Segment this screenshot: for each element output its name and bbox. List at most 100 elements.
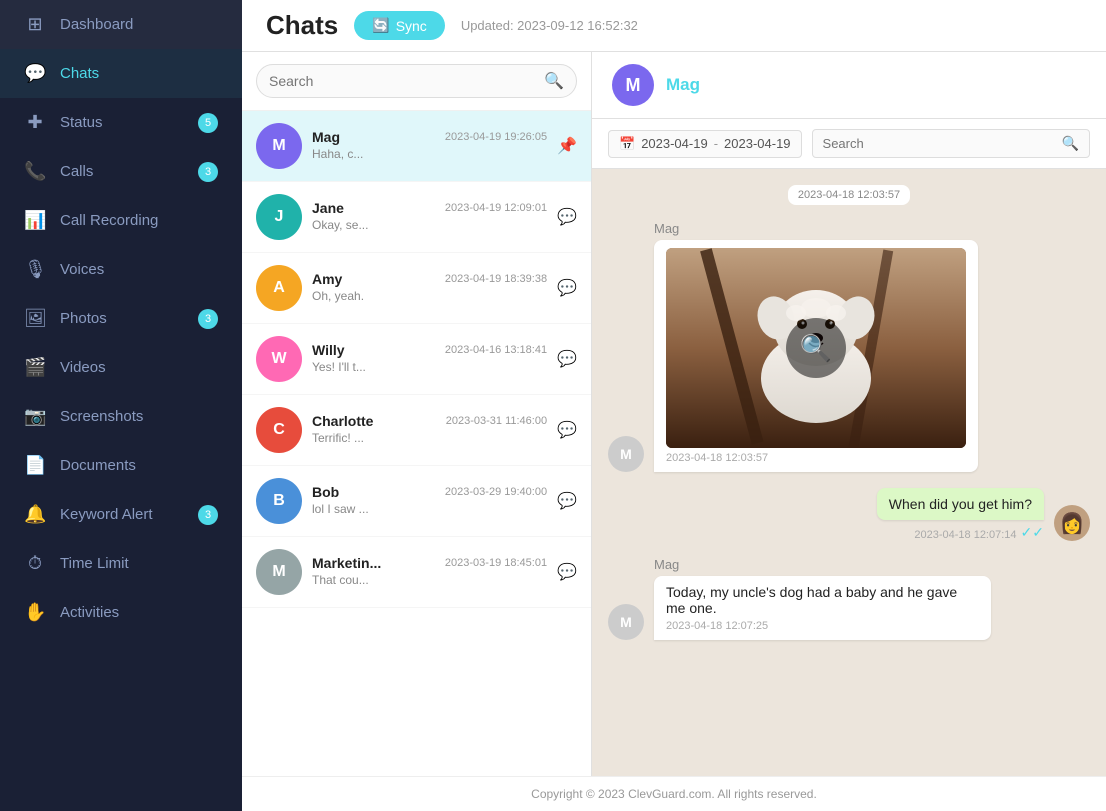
search-icon: 🔍 bbox=[800, 333, 832, 364]
avatar: W bbox=[256, 336, 302, 382]
chat-preview: Oh, yeah. bbox=[312, 289, 364, 303]
sidebar-item-dashboard[interactable]: ⊞ Dashboard bbox=[0, 0, 242, 49]
chat-preview: Haha, c... bbox=[312, 147, 363, 161]
message-icon: 💬 bbox=[557, 278, 577, 298]
call-recording-icon: 📊 bbox=[24, 210, 46, 231]
filter-bar: 📅 2023-04-19 - 2023-04-19 🔍 bbox=[592, 119, 1106, 169]
chat-info: Jane 2023-04-19 12:09:01 Okay, se... bbox=[312, 200, 547, 234]
play-button[interactable]: 🔍 bbox=[786, 318, 846, 378]
avatar: J bbox=[256, 194, 302, 240]
calls-icon: 📞 bbox=[24, 161, 46, 182]
detail-search-input[interactable] bbox=[823, 136, 1056, 151]
sidebar-item-voices[interactable]: 🎙 Voices bbox=[0, 245, 242, 294]
outgoing-avatar: 👩 bbox=[1054, 505, 1090, 541]
videos-icon: 🎬 bbox=[24, 357, 46, 378]
chat-preview: lol I saw ... bbox=[312, 502, 369, 516]
message-sender: Mag bbox=[654, 557, 991, 572]
sidebar-item-label: Call Recording bbox=[60, 212, 218, 229]
sync-button[interactable]: 🔄 Sync bbox=[354, 11, 445, 40]
message-outgoing: When did you get him? 2023-04-18 12:07:1… bbox=[608, 488, 1090, 541]
sidebar-item-chats[interactable]: 💬 Chats bbox=[0, 49, 242, 98]
chat-time: 2023-04-19 18:39:38 bbox=[445, 273, 547, 285]
chat-name: Marketin... bbox=[312, 555, 381, 571]
sidebar-item-status[interactable]: ✚ Status 5 bbox=[0, 98, 242, 147]
message-icon: 💬 bbox=[557, 349, 577, 369]
message-icon: 💬 bbox=[557, 562, 577, 582]
avatar: B bbox=[256, 478, 302, 524]
message-bubble: Today, my uncle's dog had a baby and he … bbox=[654, 576, 991, 640]
calls-badge: 3 bbox=[198, 162, 218, 182]
list-item[interactable]: W Willy 2023-04-16 13:18:41 Yes! I'll t.… bbox=[242, 324, 591, 395]
play-overlay[interactable]: 🔍 bbox=[666, 248, 966, 448]
chat-time: 2023-04-19 19:26:05 bbox=[445, 131, 547, 143]
sidebar-item-label: Status bbox=[60, 114, 184, 131]
chat-time: 2023-03-31 11:46:00 bbox=[446, 415, 547, 427]
sidebar-item-label: Videos bbox=[60, 359, 218, 376]
sidebar-item-label: Dashboard bbox=[60, 16, 218, 33]
message-content: Mag bbox=[654, 221, 978, 472]
list-item[interactable]: M Mag 2023-04-19 19:26:05 Haha, c... 📌 bbox=[242, 111, 591, 182]
top-header: Chats 🔄 Sync Updated: 2023-09-12 16:52:3… bbox=[242, 0, 1106, 52]
sidebar-item-label: Chats bbox=[60, 65, 218, 82]
sidebar-item-keyword-alert[interactable]: 🔔 Keyword Alert 3 bbox=[0, 490, 242, 539]
avatar: A bbox=[256, 265, 302, 311]
chat-preview: That cou... bbox=[312, 573, 369, 587]
main-content: Chats 🔄 Sync Updated: 2023-09-12 16:52:3… bbox=[242, 0, 1106, 811]
status-badge: 5 bbox=[198, 113, 218, 133]
list-item[interactable]: C Charlotte 2023-03-31 11:46:00 Terrific… bbox=[242, 395, 591, 466]
chat-preview: Okay, se... bbox=[312, 218, 368, 232]
sidebar-item-photos[interactable]: 🖼 Photos 3 bbox=[0, 294, 242, 343]
chat-time: 2023-03-29 19:40:00 bbox=[445, 486, 547, 498]
chat-name: Amy bbox=[312, 271, 342, 287]
chat-detail-panel: M Mag 📅 2023-04-19 - 2023-04-19 🔍 bbox=[592, 52, 1106, 776]
sidebar-item-calls[interactable]: 📞 Calls 3 bbox=[0, 147, 242, 196]
list-item[interactable]: J Jane 2023-04-19 12:09:01 Okay, se... 💬 bbox=[242, 182, 591, 253]
message-icon: 💬 bbox=[557, 207, 577, 227]
message-timestamp: 2023-04-18 12:07:25 bbox=[666, 620, 979, 632]
sidebar-item-screenshots[interactable]: 📷 Screenshots bbox=[0, 392, 242, 441]
chat-info: Mag 2023-04-19 19:26:05 Haha, c... bbox=[312, 129, 547, 163]
chat-info: Bob 2023-03-29 19:40:00 lol I saw ... bbox=[312, 484, 547, 518]
sidebar-item-videos[interactable]: 🎬 Videos bbox=[0, 343, 242, 392]
list-item[interactable]: A Amy 2023-04-19 18:39:38 Oh, yeah. 💬 bbox=[242, 253, 591, 324]
photos-icon: 🖼 bbox=[24, 308, 46, 329]
sidebar-item-activities[interactable]: ✋ Activities bbox=[0, 588, 242, 637]
chat-name: Mag bbox=[312, 129, 340, 145]
message-timestamp: 2023-04-18 12:03:57 bbox=[666, 452, 966, 464]
chat-search-input[interactable] bbox=[269, 73, 544, 89]
message-avatar: M bbox=[608, 604, 644, 640]
message-content: Mag Today, my uncle's dog had a baby and… bbox=[654, 557, 991, 640]
list-item[interactable]: B Bob 2023-03-29 19:40:00 lol I saw ... … bbox=[242, 466, 591, 537]
message-text: Today, my uncle's dog had a baby and he … bbox=[666, 584, 979, 616]
message-icon: 💬 bbox=[557, 491, 577, 511]
chat-info: Willy 2023-04-16 13:18:41 Yes! I'll t... bbox=[312, 342, 547, 376]
avatar: C bbox=[256, 407, 302, 453]
sidebar-item-time-limit[interactable]: ⏱ Time Limit bbox=[0, 539, 242, 588]
avatar: M bbox=[256, 549, 302, 595]
sidebar: ⊞ Dashboard 💬 Chats ✚ Status 5 📞 Calls 3… bbox=[0, 0, 242, 811]
date-range-wrap: 📅 2023-04-19 - 2023-04-19 bbox=[608, 130, 802, 158]
updated-timestamp: Updated: 2023-09-12 16:52:32 bbox=[461, 18, 638, 33]
sidebar-item-label: Photos bbox=[60, 310, 184, 327]
chat-name: Bob bbox=[312, 484, 339, 500]
chat-detail-name: Mag bbox=[666, 75, 700, 95]
status-icon: ✚ bbox=[24, 112, 46, 133]
list-item[interactable]: M Marketin... 2023-03-19 18:45:01 That c… bbox=[242, 537, 591, 608]
sidebar-item-documents[interactable]: 📄 Documents bbox=[0, 441, 242, 490]
sidebar-item-call-recording[interactable]: 📊 Call Recording bbox=[0, 196, 242, 245]
date-from: 2023-04-19 bbox=[641, 136, 708, 151]
chat-list-panel: 🔍 M Mag 2023-04-19 19:26:05 bbox=[242, 52, 592, 776]
date-to: 2023-04-19 bbox=[724, 136, 791, 151]
avatar: M bbox=[256, 123, 302, 169]
sidebar-item-label: Keyword Alert bbox=[60, 506, 184, 523]
message-sender: Mag bbox=[654, 221, 978, 236]
voices-icon: 🎙 bbox=[24, 259, 46, 280]
timestamp-bubble: 2023-04-18 12:03:57 bbox=[788, 185, 910, 205]
copyright-text: Copyright © 2023 ClevGuard.com. All righ… bbox=[531, 787, 817, 801]
keyword-alert-badge: 3 bbox=[198, 505, 218, 525]
chat-detail-avatar: M bbox=[612, 64, 654, 106]
activities-icon: ✋ bbox=[24, 602, 46, 623]
chat-info: Charlotte 2023-03-31 11:46:00 Terrific! … bbox=[312, 413, 547, 447]
chat-name: Jane bbox=[312, 200, 344, 216]
chat-time: 2023-04-19 12:09:01 bbox=[445, 202, 547, 214]
